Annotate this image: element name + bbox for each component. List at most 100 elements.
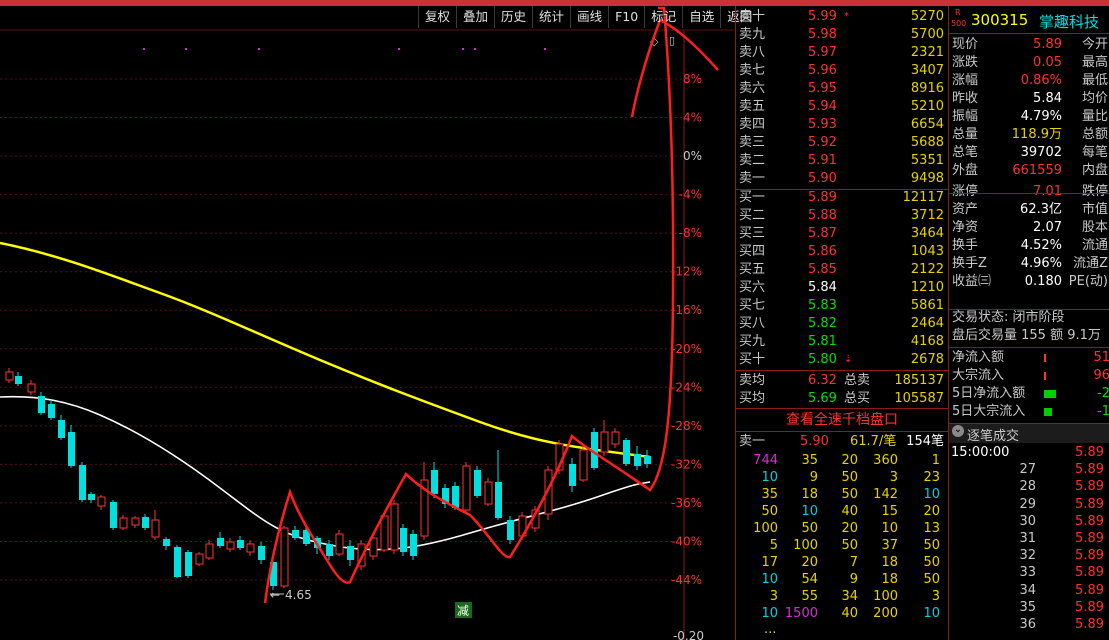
candle[interactable] [644, 450, 651, 468]
candle[interactable] [579, 446, 588, 482]
candle[interactable] [97, 495, 106, 510]
stock-header[interactable]: R 500 300315 掌趣科技 [949, 8, 1109, 32]
candle[interactable] [5, 368, 14, 383]
trade-row[interactable]: 34 5.89 [949, 582, 1109, 599]
sell-level-row[interactable]: 卖十 5.99 * 5270 [736, 8, 948, 26]
candle[interactable] [292, 526, 299, 540]
sell-level-row[interactable]: 卖七 5.96 3407 [736, 62, 948, 80]
trade-row[interactable]: 35 5.89 [949, 599, 1109, 616]
sell-level-row[interactable]: 卖三 5.92 5688 [736, 134, 948, 152]
candle[interactable] [474, 466, 481, 498]
sell-level-row[interactable]: 卖一 5.90 9498 [736, 170, 948, 188]
buy-level-row[interactable]: 买二 5.88 3712 [736, 207, 948, 225]
candle[interactable] [27, 380, 36, 395]
trade-row[interactable]: 31 5.89 [949, 530, 1109, 547]
candle[interactable] [88, 492, 95, 503]
toolbar-button-0[interactable]: 复权 [418, 6, 456, 28]
trade-row[interactable]: 29 5.89 [949, 496, 1109, 513]
buy-level-row[interactable]: 买三 5.87 3464 [736, 225, 948, 243]
candle[interactable] [142, 514, 149, 530]
candle[interactable] [400, 524, 407, 556]
toolbar-button-2[interactable]: 历史 [494, 6, 532, 28]
trade-row[interactable]: 28 5.89 [949, 478, 1109, 495]
candle[interactable] [58, 415, 65, 440]
candle[interactable] [226, 538, 235, 552]
candle[interactable] [258, 542, 265, 564]
buy-level-row[interactable]: 买八 5.82 2464 [736, 315, 948, 333]
candle[interactable] [163, 537, 170, 550]
candle[interactable] [623, 438, 630, 466]
buy-level-row[interactable]: 买十 5.80 ⇣ 2678 [736, 351, 948, 369]
candle[interactable] [484, 478, 493, 506]
candle[interactable] [174, 545, 181, 578]
buy-level-row[interactable]: 买六 5.84 1210 [736, 279, 948, 297]
candle[interactable] [79, 462, 86, 502]
tick-more[interactable]: ... [764, 622, 776, 637]
fund-flow-row[interactable]: 5日净流入额 -2 [949, 385, 1109, 403]
buy-level-row[interactable]: 买五 5.85 2122 [736, 261, 948, 279]
candle[interactable] [38, 392, 45, 415]
fund-flow-label: 净流入额 [952, 350, 1005, 365]
sell-level-row[interactable]: 卖二 5.91 5351 [736, 152, 948, 170]
buy-level-row[interactable]: 买四 5.86 1043 [736, 243, 948, 261]
resize-icon[interactable]: ▯ [669, 34, 675, 47]
candle[interactable] [280, 526, 289, 588]
candle[interactable] [591, 428, 598, 470]
candle[interactable] [217, 532, 224, 548]
sell-level-row[interactable]: 卖八 5.97 2321 [736, 44, 948, 62]
toolbar-button-1[interactable]: 叠加 [456, 6, 494, 28]
candle[interactable] [462, 462, 471, 514]
fund-flow-row[interactable]: 5日大宗流入 -1 [949, 403, 1109, 421]
trade-row[interactable]: 36 5.89 [949, 616, 1109, 633]
candle[interactable] [326, 540, 333, 560]
sell-level-row[interactable]: 卖九 5.98 5700 [736, 26, 948, 44]
candle[interactable] [151, 510, 160, 540]
candle[interactable] [48, 400, 55, 420]
trade-price: 5.89 [1075, 445, 1104, 460]
candle[interactable] [119, 515, 128, 530]
candle[interactable] [611, 428, 620, 448]
buy-level-row[interactable]: 买一 5.89 12117 [736, 189, 948, 207]
trade-row[interactable]: 30 5.89 [949, 513, 1109, 530]
buy-level-row[interactable]: 买九 5.81 4168 [736, 333, 948, 351]
toolbar-button-6[interactable]: 标记 [644, 6, 682, 28]
view-full-depth-link[interactable]: 查看全速千档盘口 [736, 409, 948, 431]
candle[interactable] [205, 540, 214, 560]
sell-level-row[interactable]: 卖五 5.94 5210 [736, 98, 948, 116]
candle[interactable] [110, 500, 117, 530]
candle[interactable] [68, 425, 75, 468]
fund-flow-row[interactable]: 净流入额 51 [949, 349, 1109, 367]
candle[interactable] [390, 500, 399, 554]
trade-row[interactable]: 32 5.89 [949, 547, 1109, 564]
candle[interactable] [335, 530, 344, 556]
toolbar-button-7[interactable]: 自选 [682, 6, 720, 28]
buy-level-row[interactable]: 买七 5.83 5861 [736, 297, 948, 315]
candle[interactable] [507, 516, 514, 544]
candle[interactable] [420, 462, 429, 540]
candle[interactable] [495, 450, 502, 520]
candle[interactable] [131, 516, 140, 528]
trade-row[interactable]: 33 5.89 [949, 564, 1109, 581]
sell-level-row[interactable]: 卖六 5.95 8916 [736, 80, 948, 98]
trades-header[interactable]: ⌄ 逐笔成交 [949, 424, 1109, 444]
candle[interactable] [569, 458, 576, 492]
trade-row[interactable]: 15:00:00 5.89 [949, 444, 1109, 461]
candle[interactable] [237, 536, 244, 550]
candle[interactable] [246, 540, 255, 556]
collapse-icon[interactable]: ⌄ [952, 425, 964, 437]
fund-flow-row[interactable]: 大宗流入 96 [949, 367, 1109, 385]
sell-level-row[interactable]: 卖四 5.93 6654 [736, 116, 948, 134]
sell-level-label: 卖六 [739, 81, 766, 96]
bottom-tag[interactable]: 减 [455, 602, 472, 618]
candle[interactable] [347, 540, 354, 566]
kline-chart[interactable]: 8% 4% 0% -4% -8% -12% -16% -20% -24% -28% -32% -36%… [0, 0, 734, 640]
trade-row[interactable]: 27 5.89 [949, 461, 1109, 478]
candle[interactable] [410, 530, 417, 560]
candle[interactable] [634, 446, 641, 470]
toolbar-button-5[interactable]: F10 [608, 6, 644, 28]
candle[interactable] [185, 550, 192, 578]
toolbar-button-4[interactable]: 画线 [570, 6, 608, 28]
toolbar-button-3[interactable]: 统计 [532, 6, 570, 28]
candle[interactable] [15, 372, 22, 386]
candle[interactable] [195, 552, 204, 566]
